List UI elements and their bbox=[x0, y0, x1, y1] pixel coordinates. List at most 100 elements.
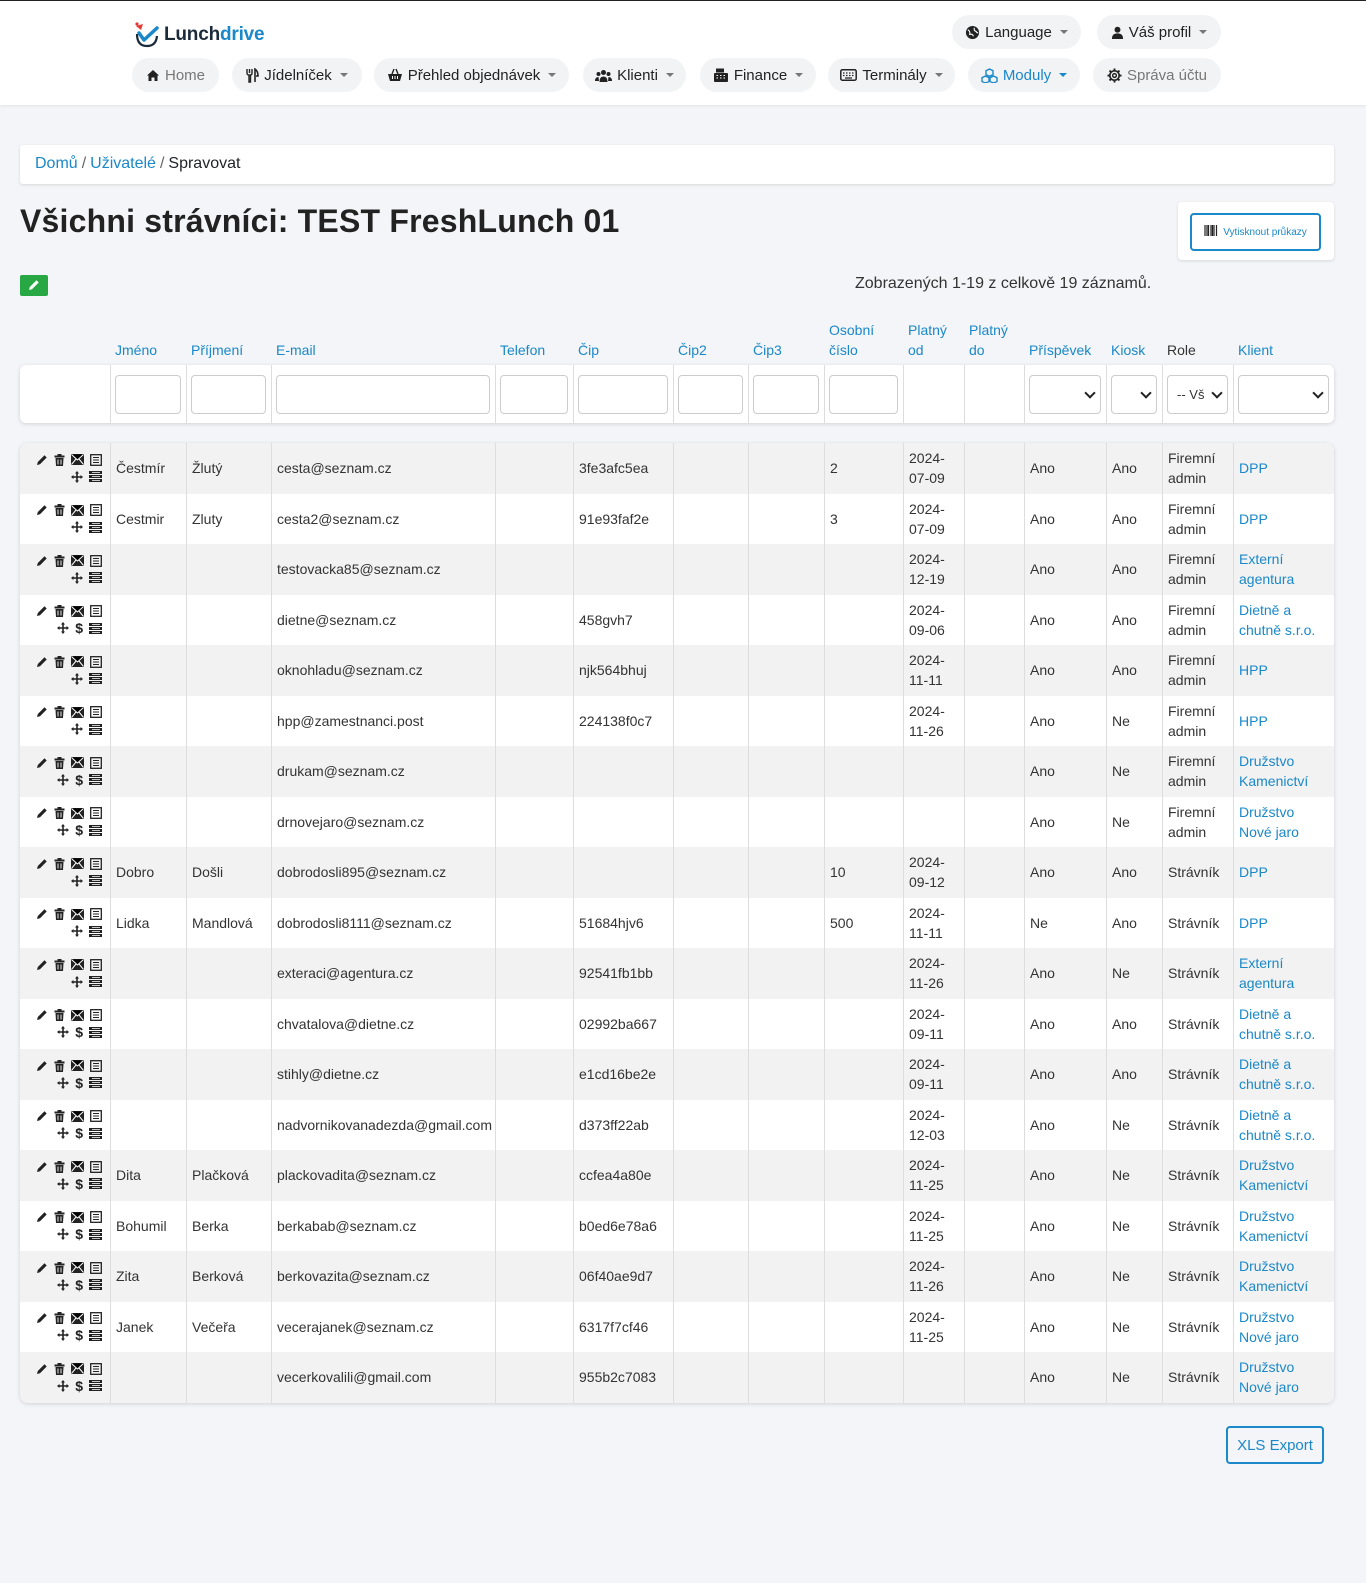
document-icon[interactable] bbox=[90, 857, 102, 870]
column-header-chip2[interactable]: Čip2 bbox=[678, 340, 747, 360]
column-header-valid_from[interactable]: Platný od bbox=[908, 320, 963, 360]
envelope-icon[interactable] bbox=[71, 504, 84, 516]
column-header-chip[interactable]: Čip bbox=[578, 340, 672, 360]
filter-input-email[interactable] bbox=[276, 375, 490, 414]
list-icon[interactable] bbox=[89, 723, 102, 735]
nav-terminaly[interactable]: Terminály bbox=[828, 58, 955, 92]
delete-icon[interactable] bbox=[54, 958, 65, 971]
move-icon[interactable] bbox=[57, 1379, 70, 1392]
envelope-icon[interactable] bbox=[71, 1161, 84, 1173]
move-icon[interactable] bbox=[57, 1329, 70, 1342]
column-header-chip3[interactable]: Čip3 bbox=[753, 340, 823, 360]
document-icon[interactable] bbox=[90, 554, 102, 567]
delete-icon[interactable] bbox=[54, 1009, 65, 1022]
client-link[interactable]: Dietně a chutně s.r.o. bbox=[1239, 1004, 1330, 1044]
list-icon[interactable] bbox=[89, 976, 102, 988]
move-icon[interactable] bbox=[57, 622, 70, 635]
client-link[interactable]: Družstvo Kamenictví bbox=[1239, 1256, 1330, 1296]
filter-select-role[interactable]: -- Vš bbox=[1167, 375, 1228, 414]
filter-input-last_name[interactable] bbox=[191, 375, 266, 414]
dollar-icon[interactable]: $ bbox=[75, 1177, 83, 1191]
nav-klienti[interactable]: Klienti bbox=[583, 58, 686, 92]
move-icon[interactable] bbox=[57, 1026, 70, 1039]
list-icon[interactable] bbox=[89, 774, 102, 786]
client-link[interactable]: Externí agentura bbox=[1239, 549, 1330, 589]
document-icon[interactable] bbox=[90, 958, 102, 971]
edit-icon[interactable] bbox=[36, 1060, 48, 1072]
edit-icon[interactable] bbox=[36, 555, 48, 567]
edit-icon[interactable] bbox=[36, 1110, 48, 1122]
lunchdrive-logo[interactable]: Lunchdrive bbox=[132, 19, 265, 51]
dollar-icon[interactable]: $ bbox=[75, 773, 83, 787]
client-link[interactable]: DPP bbox=[1239, 509, 1330, 529]
edit-icon[interactable] bbox=[36, 454, 48, 466]
xls-export-button[interactable]: XLS Export bbox=[1226, 1426, 1324, 1464]
nav-finance[interactable]: Finance bbox=[700, 58, 816, 92]
list-icon[interactable] bbox=[89, 925, 102, 937]
nav-jidelnicek[interactable]: Jídelníček bbox=[232, 58, 362, 92]
column-header-email[interactable]: E-mail bbox=[276, 340, 494, 360]
document-icon[interactable] bbox=[90, 1160, 102, 1173]
filter-input-phone[interactable] bbox=[500, 375, 568, 414]
edit-icon[interactable] bbox=[36, 959, 48, 971]
list-icon[interactable] bbox=[89, 824, 102, 836]
dollar-icon[interactable]: $ bbox=[75, 1126, 83, 1140]
nav-prehled-objednavek[interactable]: Přehled objednávek bbox=[374, 58, 569, 92]
move-icon[interactable] bbox=[71, 672, 83, 685]
dollar-icon[interactable]: $ bbox=[75, 621, 83, 635]
list-icon[interactable] bbox=[89, 1178, 102, 1190]
column-header-contribution[interactable]: Příspěvek bbox=[1029, 340, 1105, 360]
document-icon[interactable] bbox=[90, 1009, 102, 1022]
delete-icon[interactable] bbox=[54, 605, 65, 618]
client-link[interactable]: Družstvo Kamenictví bbox=[1239, 1155, 1330, 1195]
edit-icon[interactable] bbox=[36, 807, 48, 819]
move-icon[interactable] bbox=[71, 521, 83, 534]
profile-dropdown[interactable]: Váš profil bbox=[1097, 15, 1221, 49]
column-header-client[interactable]: Klient bbox=[1238, 340, 1333, 360]
dollar-icon[interactable]: $ bbox=[75, 1025, 83, 1039]
move-icon[interactable] bbox=[57, 824, 70, 837]
envelope-icon[interactable] bbox=[71, 1312, 84, 1324]
edit-icon[interactable] bbox=[36, 1312, 48, 1324]
filter-select-client[interactable] bbox=[1238, 375, 1329, 414]
document-icon[interactable] bbox=[90, 756, 102, 769]
nav-moduly[interactable]: Moduly bbox=[968, 58, 1080, 92]
document-icon[interactable] bbox=[90, 706, 102, 719]
list-icon[interactable] bbox=[89, 572, 102, 584]
envelope-icon[interactable] bbox=[71, 1110, 84, 1122]
language-dropdown[interactable]: Language bbox=[952, 15, 1081, 49]
envelope-icon[interactable] bbox=[71, 908, 84, 920]
document-icon[interactable] bbox=[90, 1211, 102, 1224]
breadcrumb-users-link[interactable]: Uživatelé bbox=[90, 155, 156, 172]
client-link[interactable]: Dietně a chutně s.r.o. bbox=[1239, 1105, 1330, 1145]
client-link[interactable]: DPP bbox=[1239, 458, 1330, 478]
client-link[interactable]: Družstvo Nové jaro bbox=[1239, 802, 1330, 842]
envelope-icon[interactable] bbox=[71, 807, 84, 819]
column-header-phone[interactable]: Telefon bbox=[500, 340, 572, 360]
list-icon[interactable] bbox=[89, 1329, 102, 1341]
list-icon[interactable] bbox=[89, 471, 102, 483]
dollar-icon[interactable]: $ bbox=[75, 823, 83, 837]
envelope-icon[interactable] bbox=[71, 605, 84, 617]
envelope-icon[interactable] bbox=[71, 757, 84, 769]
edit-icon[interactable] bbox=[36, 908, 48, 920]
list-icon[interactable] bbox=[89, 1077, 102, 1089]
nav-home[interactable]: Home bbox=[132, 58, 219, 92]
envelope-icon[interactable] bbox=[71, 1060, 84, 1072]
delete-icon[interactable] bbox=[54, 554, 65, 567]
move-icon[interactable] bbox=[71, 925, 83, 938]
edit-icon[interactable] bbox=[36, 1363, 48, 1375]
edit-icon[interactable] bbox=[36, 1161, 48, 1173]
client-link[interactable]: DPP bbox=[1239, 862, 1330, 882]
client-link[interactable]: Družstvo Kamenictví bbox=[1239, 1206, 1330, 1246]
envelope-icon[interactable] bbox=[71, 1363, 84, 1375]
column-header-personal_no[interactable]: Osobní číslo bbox=[829, 320, 902, 360]
edit-icon[interactable] bbox=[36, 1211, 48, 1223]
delete-icon[interactable] bbox=[54, 655, 65, 668]
delete-icon[interactable] bbox=[54, 908, 65, 921]
dollar-icon[interactable]: $ bbox=[75, 1379, 83, 1393]
document-icon[interactable] bbox=[90, 807, 102, 820]
delete-icon[interactable] bbox=[54, 1362, 65, 1375]
edit-icon[interactable] bbox=[36, 504, 48, 516]
document-icon[interactable] bbox=[90, 453, 102, 466]
